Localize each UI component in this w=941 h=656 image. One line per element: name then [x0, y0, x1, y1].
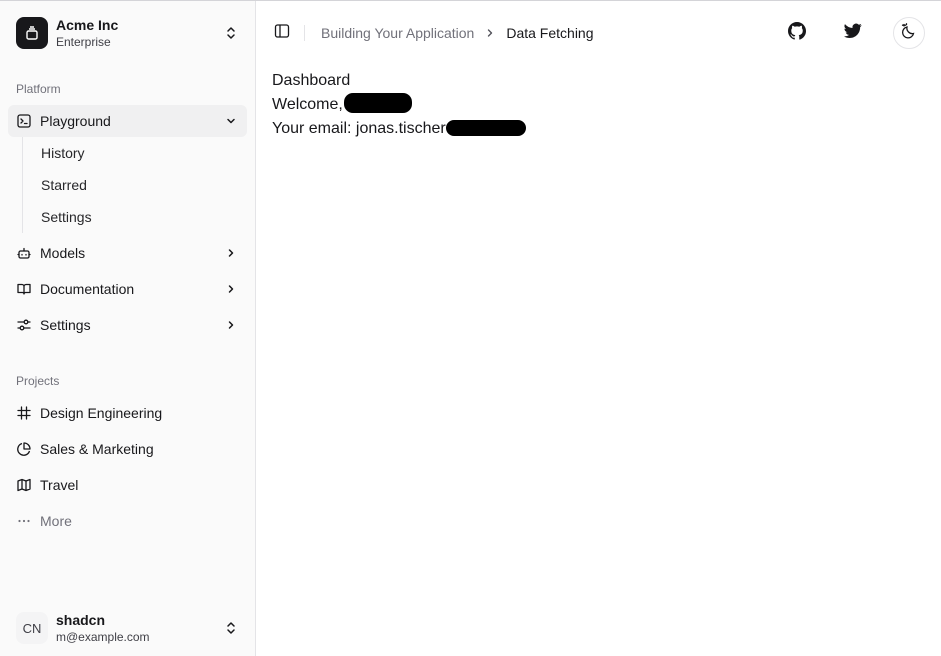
- chevron-right-icon: [223, 317, 239, 333]
- pie-chart-icon: [16, 441, 32, 457]
- team-name: Acme Inc: [56, 16, 119, 33]
- sidebar-item-documentation[interactable]: Documentation: [8, 273, 247, 305]
- book-open-icon: [16, 281, 32, 297]
- sidebar: Acme Inc Enterprise Platform Playground: [0, 1, 256, 656]
- dashboard-content: Dashboard Welcome, Your email: jonas.tis…: [256, 65, 941, 145]
- email-line: Your email: jonas.tischer: [272, 117, 925, 141]
- panel-left-icon: [274, 23, 290, 44]
- sidebar-item-label: Settings: [40, 317, 91, 333]
- sidebar-toggle-button[interactable]: [272, 23, 292, 43]
- submenu-item-starred[interactable]: Starred: [33, 169, 255, 201]
- redacted-name: [343, 93, 412, 113]
- map-icon: [16, 477, 32, 493]
- frame-icon: [16, 405, 32, 421]
- breadcrumb-current: Data Fetching: [506, 25, 594, 41]
- theme-toggle-icon: [901, 22, 917, 44]
- chevron-right-icon: [223, 281, 239, 297]
- team-plan: Enterprise: [56, 34, 111, 49]
- command-icon: [16, 17, 48, 49]
- project-item-label: Sales & Marketing: [40, 441, 154, 457]
- header-actions: [757, 17, 925, 49]
- project-item-sales-marketing[interactable]: Sales & Marketing: [8, 433, 247, 465]
- chevron-down-icon: [223, 113, 239, 129]
- submenu-item-history[interactable]: History: [33, 137, 255, 169]
- welcome-line: Welcome,: [272, 93, 925, 117]
- sidebar-item-label: Documentation: [40, 281, 135, 297]
- twitter-icon: [844, 23, 862, 44]
- submenu-item-settings[interactable]: Settings: [33, 201, 255, 233]
- chevrons-up-down-icon: [223, 620, 239, 636]
- more-label: More: [40, 513, 72, 529]
- more-horizontal-icon: [16, 513, 32, 529]
- email-text: Your email: jonas.tischer: [272, 120, 446, 137]
- app-shell: Acme Inc Enterprise Platform Playground: [0, 0, 941, 656]
- avatar: CN: [16, 612, 48, 644]
- project-item-design-engineering[interactable]: Design Engineering: [8, 397, 247, 429]
- github-icon: [788, 21, 807, 45]
- sidebar-item-models[interactable]: Models: [8, 237, 247, 269]
- sidebar-item-playground[interactable]: Playground: [8, 105, 247, 137]
- sidebar-item-label: Playground: [40, 113, 111, 129]
- redacted-email: [445, 120, 526, 136]
- theme-toggle-button[interactable]: [893, 17, 925, 49]
- sidebar-item-more[interactable]: More: [8, 505, 247, 537]
- settings-sliders-icon: [16, 317, 32, 333]
- main-panel: Building Your Application Data Fetching: [256, 1, 941, 656]
- project-item-label: Travel: [40, 477, 79, 493]
- terminal-icon: [16, 113, 32, 129]
- bot-icon: [16, 245, 32, 261]
- sidebar-item-label: Models: [40, 245, 86, 261]
- page-title: Dashboard: [272, 72, 351, 89]
- project-item-travel[interactable]: Travel: [8, 469, 247, 501]
- projects-group-label: Projects: [16, 374, 60, 388]
- platform-group-label: Platform: [16, 82, 61, 96]
- top-header: Building Your Application Data Fetching: [256, 1, 941, 65]
- welcome-text: Welcome,: [272, 96, 343, 113]
- project-item-label: Design Engineering: [40, 405, 163, 421]
- github-button[interactable]: [781, 17, 813, 49]
- user-name: shadcn: [56, 611, 106, 628]
- user-email: m@example.com: [56, 629, 150, 644]
- twitter-button[interactable]: [837, 17, 869, 49]
- user-menu[interactable]: CN shadcn m@example.com: [0, 600, 255, 656]
- chevron-right-icon: [223, 245, 239, 261]
- breadcrumb-parent-link[interactable]: Building Your Application: [321, 25, 474, 41]
- chevrons-up-down-icon: [223, 25, 239, 41]
- header-divider: [304, 25, 305, 41]
- sidebar-item-settings[interactable]: Settings: [8, 309, 247, 341]
- team-switcher[interactable]: Acme Inc Enterprise: [0, 1, 255, 65]
- chevron-right-icon: [484, 27, 496, 39]
- playground-submenu: History Starred Settings: [22, 137, 255, 233]
